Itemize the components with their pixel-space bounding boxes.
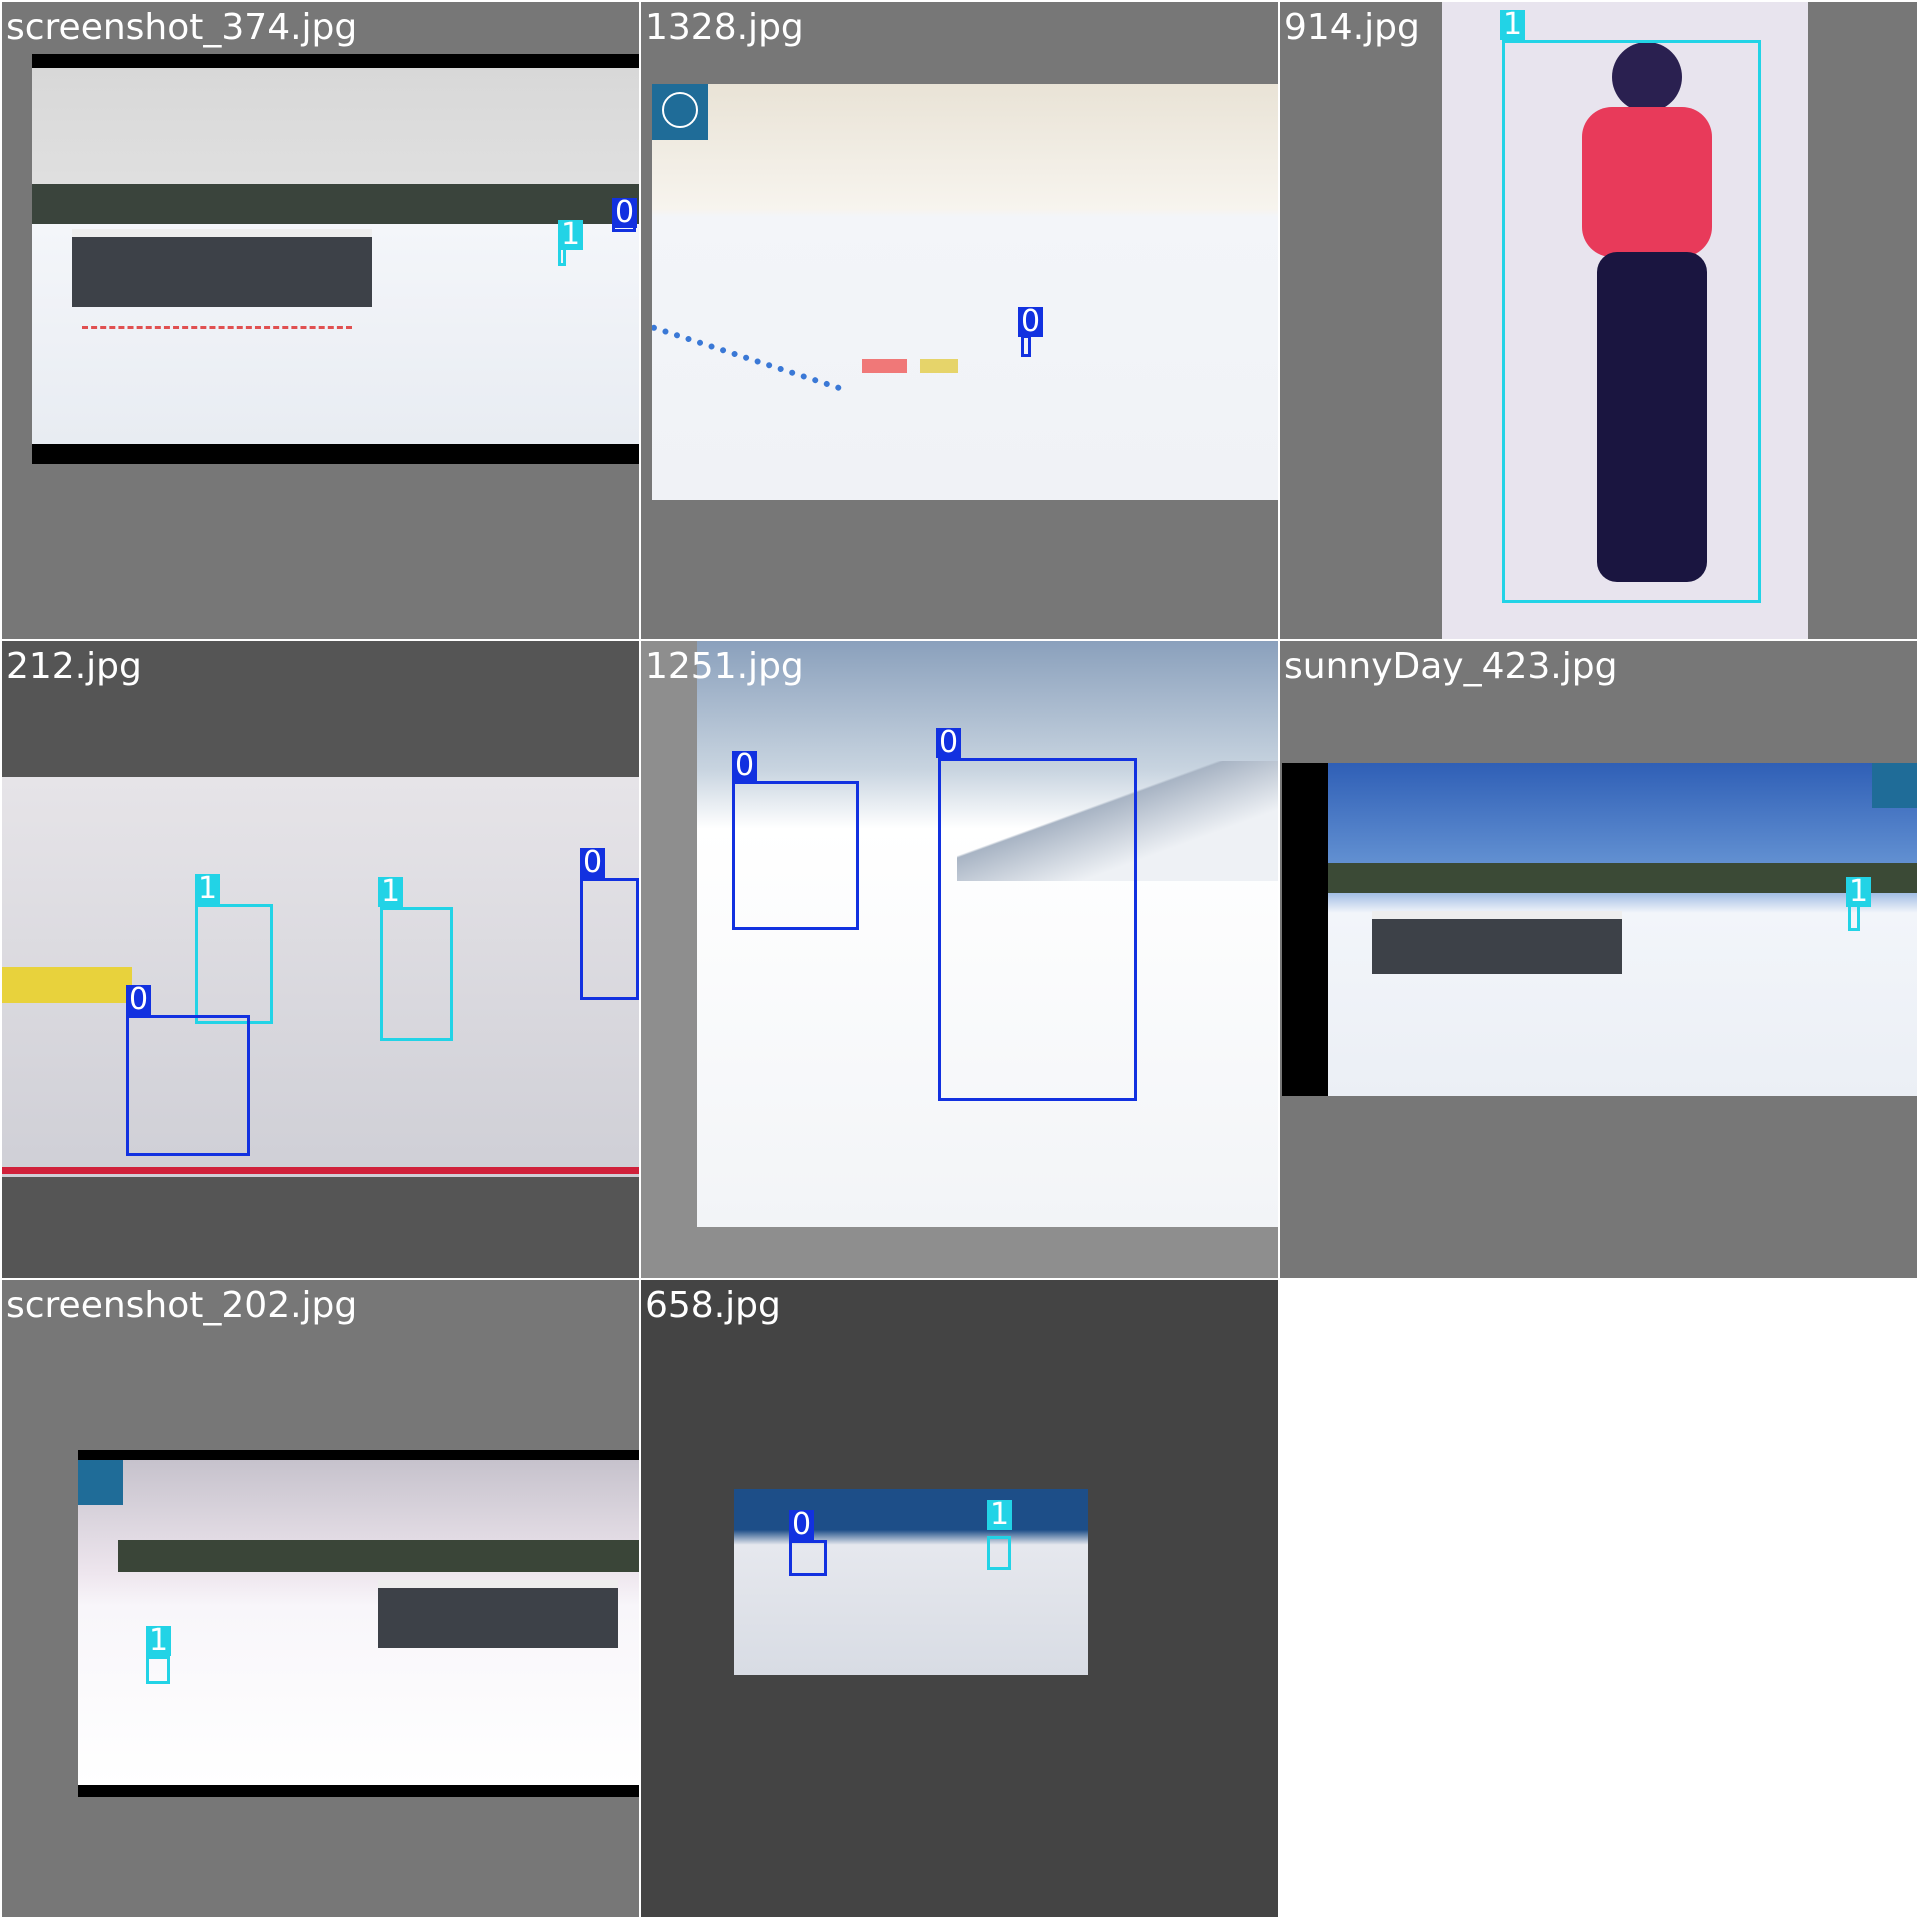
tile-photo <box>32 54 639 464</box>
class-label: 1 <box>987 1500 1013 1530</box>
tile-photo <box>1282 763 1917 1096</box>
detection-box <box>146 1656 170 1684</box>
detection-box <box>732 781 859 930</box>
logo <box>78 1460 123 1505</box>
class-label: 0 <box>580 848 606 878</box>
class-label: 0 <box>126 985 152 1015</box>
tile-photo <box>652 84 1278 500</box>
detection-box <box>1502 40 1761 603</box>
class-label: 0 <box>732 751 758 781</box>
detection-box <box>380 907 453 1041</box>
tile-filename: 212.jpg <box>6 646 142 687</box>
tile-screenshot-374: screenshot_374.jpg 1 0 <box>2 2 639 639</box>
tile-914: 914.jpg 1 <box>1280 2 1917 639</box>
class-label: 0 <box>612 198 638 228</box>
tile-filename: 914.jpg <box>1284 7 1420 48</box>
class-label: 1 <box>558 220 584 250</box>
detection-box <box>789 1540 827 1576</box>
class-label: 1 <box>146 1626 172 1656</box>
class-label: 1 <box>1846 877 1872 907</box>
tile-1328: 1328.jpg 0 <box>641 2 1278 639</box>
tile-filename: screenshot_374.jpg <box>6 7 358 48</box>
tile-filename: screenshot_202.jpg <box>6 1285 358 1326</box>
detection-box <box>195 904 273 1024</box>
class-label: 0 <box>789 1510 815 1540</box>
image-grid: screenshot_374.jpg 1 0 1328.jpg 0 914.jp… <box>0 0 1920 1920</box>
tile-screenshot-202: screenshot_202.jpg 1 <box>2 1280 639 1917</box>
tile-1251: 1251.jpg 0 0 <box>641 641 1278 1278</box>
tile-sunnyday-423: sunnyDay_423.jpg 1 <box>1280 641 1917 1278</box>
tile-658: 658.jpg 0 1 <box>641 1280 1278 1917</box>
logo <box>1872 763 1917 808</box>
detection-box <box>580 878 639 1000</box>
tile-filename: 658.jpg <box>645 1285 781 1326</box>
class-label: 1 <box>195 874 221 904</box>
class-label: 0 <box>936 728 962 758</box>
detection-box <box>987 1536 1011 1570</box>
class-label: 1 <box>378 877 404 907</box>
class-label: 0 <box>1018 307 1044 337</box>
tile-filename: 1328.jpg <box>645 7 804 48</box>
tile-filename: 1251.jpg <box>645 646 804 687</box>
tile-photo <box>2 777 639 1177</box>
logo <box>652 84 708 140</box>
tile-212: 212.jpg 1 1 0 0 <box>2 641 639 1278</box>
detection-box <box>126 1015 250 1156</box>
class-label: 1 <box>1500 10 1526 40</box>
tile-filename: sunnyDay_423.jpg <box>1284 646 1618 687</box>
detection-box <box>938 758 1137 1101</box>
tile-photo <box>734 1489 1088 1675</box>
